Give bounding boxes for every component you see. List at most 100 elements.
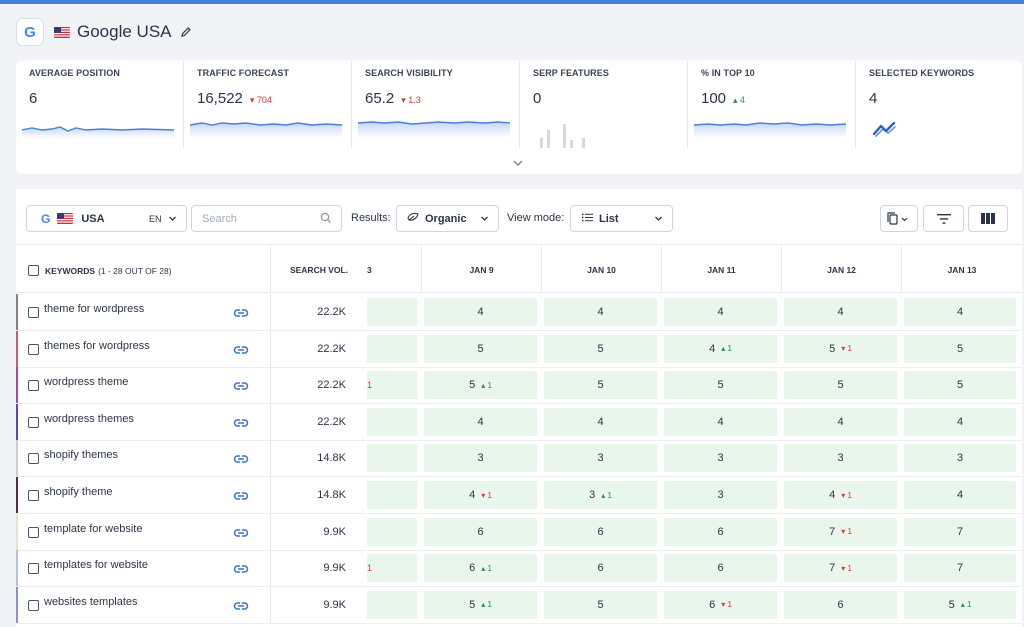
position-cell[interactable]: 6 — [424, 517, 537, 546]
table-row[interactable]: shopify themes 14.8K 3 3 3 3 3 — [16, 440, 1022, 478]
link-icon[interactable] — [233, 451, 249, 469]
link-icon[interactable] — [233, 305, 249, 323]
metric-traffic-forecast[interactable]: TRAFFIC FORECAST 16,522 ▾ 704 — [183, 60, 351, 148]
link-icon[interactable] — [233, 415, 249, 433]
position-cell[interactable]: 5 — [784, 371, 897, 400]
keyword-text[interactable]: shopify theme — [44, 486, 112, 498]
row-checkbox[interactable] — [28, 526, 39, 538]
position-cell[interactable]: 5 — [664, 371, 777, 400]
position-cell[interactable]: 5 — [904, 371, 1016, 400]
position-cell[interactable]: 4 — [904, 481, 1016, 509]
row-checkbox[interactable] — [28, 416, 39, 428]
link-icon[interactable] — [233, 598, 249, 616]
link-icon[interactable] — [233, 525, 249, 543]
position-cell[interactable]: 3 — [664, 444, 777, 473]
link-icon[interactable] — [233, 561, 249, 579]
metric-selected-keywords[interactable]: SELECTED KEYWORDS 4 — [855, 60, 1022, 148]
row-checkbox[interactable] — [28, 563, 39, 575]
keyword-text[interactable]: template for website — [44, 523, 142, 535]
search-volume-column-header[interactable]: SEARCH VOL. — [270, 246, 367, 293]
view-mode-dropdown[interactable]: List — [570, 205, 673, 232]
keyword-text[interactable]: websites templates — [44, 596, 138, 608]
filter-button[interactable] — [923, 205, 964, 232]
position-cell[interactable]: 4 ▾ 1 — [424, 481, 537, 509]
position-cell[interactable]: 3 — [784, 444, 897, 473]
keyword-text[interactable]: themes for wordpress — [44, 340, 150, 352]
link-icon[interactable] — [233, 342, 249, 360]
position-cell[interactable]: 4 — [664, 407, 777, 436]
table-row[interactable]: wordpress theme 22.2K 1 5 ▴ 1 5 5 5 5 — [16, 367, 1022, 405]
position-cell[interactable]: 4 — [424, 298, 537, 326]
position-cell[interactable]: 5 — [424, 334, 537, 363]
keyword-text[interactable]: shopify themes — [44, 449, 118, 461]
keyword-text[interactable]: theme for wordpress — [44, 303, 144, 315]
position-cell[interactable]: 4 — [784, 298, 897, 326]
date-column-header-partial[interactable]: 3 — [367, 246, 421, 293]
table-row[interactable]: themes for wordpress 22.2K 5 5 4 ▴ 1 5 ▾ 1 5 — [16, 330, 1022, 368]
position-cell[interactable]: 3 — [544, 444, 657, 473]
position-cell[interactable]: 5 — [544, 371, 657, 400]
results-type-dropdown[interactable]: Organic — [396, 205, 499, 232]
position-cell[interactable]: 5 — [904, 334, 1016, 363]
position-cell[interactable]: 5 — [544, 334, 657, 363]
expand-chevron-icon[interactable] — [511, 155, 525, 173]
table-row[interactable]: templates for website 9.9K 1 6 ▴ 1 6 6 7 ▾ 1 7 — [16, 550, 1022, 588]
link-icon[interactable] — [233, 378, 249, 396]
row-checkbox[interactable] — [28, 453, 39, 465]
position-cell[interactable]: 4 — [784, 407, 897, 436]
metric-average-position[interactable]: AVERAGE POSITION 6 — [16, 60, 183, 148]
row-checkbox[interactable] — [28, 307, 39, 318]
position-cell[interactable]: 5 ▴ 1 — [424, 590, 537, 619]
position-cell[interactable]: 4 — [544, 407, 657, 436]
row-checkbox[interactable] — [28, 599, 39, 611]
position-cell[interactable]: 6 — [664, 554, 777, 583]
row-checkbox[interactable] — [28, 343, 39, 355]
link-icon[interactable] — [233, 488, 249, 506]
position-cell[interactable]: 6 ▴ 1 — [424, 554, 537, 583]
edit-pencil-icon[interactable] — [180, 26, 192, 38]
keyword-text[interactable]: wordpress theme — [44, 376, 128, 388]
position-cell[interactable]: 7 ▾ 1 — [784, 554, 897, 583]
position-cell[interactable]: 4 — [664, 298, 777, 326]
row-checkbox[interactable] — [28, 380, 39, 392]
search-input[interactable]: Search — [191, 205, 342, 232]
table-row[interactable]: theme for wordpress 22.2K 4 4 4 4 4 — [16, 294, 1022, 331]
columns-button[interactable] — [968, 205, 1008, 232]
table-row[interactable]: shopify theme 14.8K 4 ▾ 1 3 ▴ 1 3 4 ▾ 1 4 — [16, 477, 1022, 514]
position-cell[interactable]: 6 — [544, 517, 657, 546]
location-selector[interactable]: G USA EN — [26, 205, 187, 232]
position-cell[interactable]: 3 — [424, 444, 537, 473]
keyword-text[interactable]: wordpress themes — [44, 413, 134, 425]
position-cell[interactable]: 4 — [904, 298, 1016, 326]
table-row[interactable]: wordpress themes 22.2K 4 4 4 4 4 — [16, 403, 1022, 441]
position-cell[interactable]: 4 ▾ 1 — [784, 481, 897, 509]
position-cell[interactable]: 6 — [664, 517, 777, 546]
position-cell[interactable]: 6 — [544, 554, 657, 583]
position-cell[interactable]: 6 — [784, 590, 897, 619]
copy-button[interactable] — [880, 205, 918, 232]
position-cell[interactable]: 3 — [664, 481, 777, 509]
position-cell[interactable]: 4 — [544, 298, 657, 326]
date-column-header[interactable]: JAN 9 — [421, 246, 541, 293]
date-column-header[interactable]: JAN 11 — [661, 246, 781, 293]
position-cell[interactable]: 6 ▾ 1 — [664, 590, 777, 619]
keyword-text[interactable]: templates for website — [44, 559, 148, 571]
position-cell[interactable]: 4 — [904, 407, 1016, 436]
table-row[interactable]: template for website 9.9K 6 6 6 7 ▾ 1 7 — [16, 513, 1022, 551]
position-cell[interactable]: 5 ▴ 1 — [424, 371, 537, 400]
position-cell[interactable]: 3 — [904, 444, 1016, 473]
position-cell[interactable]: 7 — [904, 517, 1016, 546]
metric-search-visibility[interactable]: SEARCH VISIBILITY 65.2 ▾ 1.3 — [351, 60, 519, 148]
position-cell[interactable]: 4 — [424, 407, 537, 436]
date-column-header[interactable]: JAN 12 — [781, 246, 901, 293]
row-checkbox[interactable] — [28, 490, 39, 501]
position-cell[interactable]: 5 ▴ 1 — [904, 590, 1016, 619]
position-cell[interactable]: 5 ▾ 1 — [784, 334, 897, 363]
position-cell[interactable]: 4 ▴ 1 — [664, 334, 777, 363]
table-row[interactable]: websites templates 9.9K 5 ▴ 1 5 6 ▾ 1 6 5 ▴ 1 — [16, 586, 1022, 624]
date-column-header[interactable]: JAN 10 — [541, 246, 661, 293]
date-column-header[interactable]: JAN 13 — [901, 246, 1022, 293]
position-cell[interactable]: 7 — [904, 554, 1016, 583]
position-cell[interactable]: 7 ▾ 1 — [784, 517, 897, 546]
position-cell[interactable]: 3 ▴ 1 — [544, 481, 657, 509]
